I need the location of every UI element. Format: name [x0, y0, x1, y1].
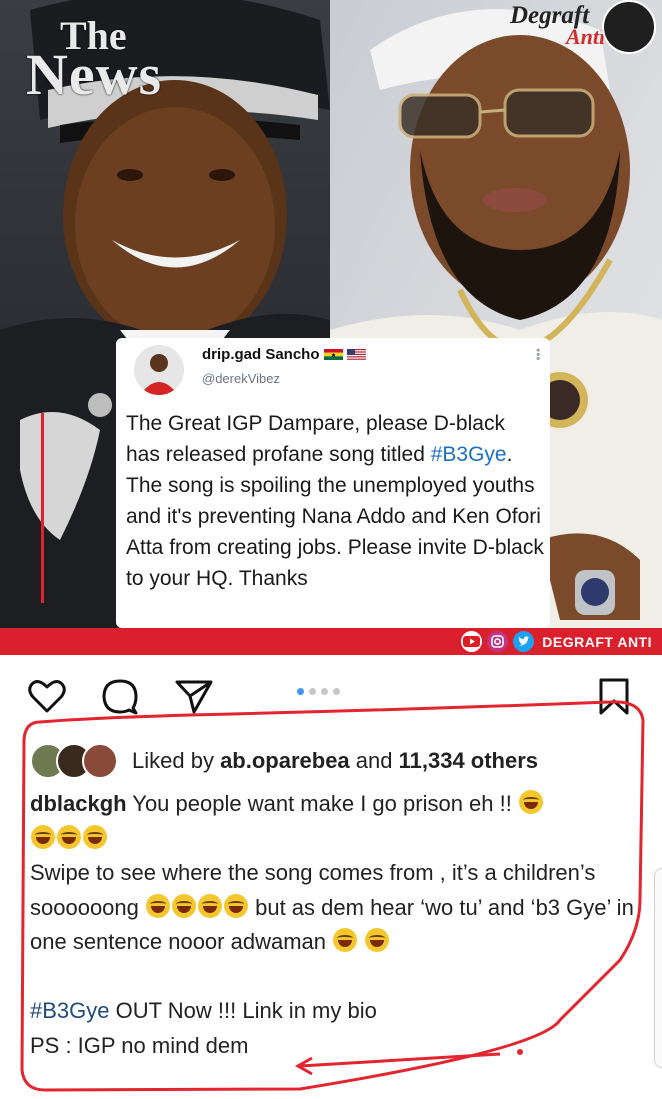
- liked-by-user[interactable]: ab.oparebea: [220, 748, 350, 773]
- laughing-emoji-icon: [31, 824, 55, 849]
- tweet-more-icon: •••: [531, 348, 545, 361]
- tweet-hashtag: #B3Gye: [430, 443, 507, 466]
- likes-row[interactable]: Liked by ab.oparebea and 11,334 others: [30, 742, 538, 780]
- likes-count[interactable]: 11,334 others: [399, 748, 538, 773]
- likes-text: Liked by ab.oparebea and 11,334 others: [132, 748, 538, 774]
- caption-para-4: PS : IGP no mind dem: [30, 1032, 249, 1058]
- degraft-logo-line2: Anti: [566, 24, 606, 49]
- youtube-icon: [461, 631, 483, 652]
- carousel-dot: [309, 688, 316, 695]
- laughing-emoji-icon: [365, 928, 390, 952]
- instagram-icon: [487, 631, 509, 652]
- laughing-emoji-icon: [198, 893, 222, 918]
- post-action-bar: [0, 660, 662, 722]
- tweet-avatar: [134, 345, 184, 395]
- tweet-text: The Great IGP Dampare, please D-black ha…: [126, 408, 544, 594]
- comment-icon[interactable]: [100, 676, 140, 716]
- bookmark-icon[interactable]: [594, 676, 634, 716]
- tweet-handle: @derekVibez: [202, 371, 280, 386]
- share-send-icon[interactable]: [174, 676, 214, 716]
- caption-hashtag[interactable]: #B3Gye: [30, 998, 110, 1023]
- likes-prefix: Liked by: [132, 748, 221, 773]
- laughing-emoji-icon: [146, 893, 170, 918]
- degraft-anti-logo: Degraft Anti: [506, 0, 656, 58]
- post-caption: dblackgh You people want make I go priso…: [30, 787, 640, 1063]
- liker-avatars: [30, 743, 120, 779]
- like-heart-icon[interactable]: [27, 676, 67, 716]
- caption-username[interactable]: dblackgh: [30, 791, 127, 816]
- tweet-card: drip.gad Sancho @derekVibez ••• The Grea…: [116, 338, 550, 628]
- laughing-emoji-icon: [518, 790, 543, 814]
- caption-para-1: dblackgh You people want make I go priso…: [30, 787, 640, 856]
- twitter-icon: [513, 631, 535, 652]
- liker-avatar: [82, 743, 118, 779]
- carousel-dot: [333, 688, 340, 695]
- banner-social: DEGRAFT ANTI: [461, 631, 652, 652]
- laughing-emoji-icon: [83, 824, 107, 849]
- degraft-face-icon: [602, 0, 656, 54]
- likes-middle: and: [349, 748, 399, 773]
- carousel-indicator: [297, 688, 340, 695]
- the-news-logo: The News: [26, 16, 163, 107]
- us-flag-icon: [346, 349, 366, 360]
- caption-line1: You people want make I go prison eh !!: [126, 791, 518, 816]
- news-logo-news: News: [26, 42, 163, 107]
- laughing-emoji-icon: [333, 928, 358, 952]
- laughing-emoji-icon: [224, 893, 248, 918]
- ghana-flag-icon: [323, 349, 343, 360]
- side-scroll-handle[interactable]: [654, 868, 662, 1068]
- degraft-banner: DEGRAFT ANTI: [0, 628, 662, 655]
- caption-para3: OUT Now !!! Link in my bio: [109, 998, 377, 1023]
- laughing-emoji-icon: [172, 893, 196, 918]
- red-accent-line: [41, 413, 44, 603]
- tweet-name-row: drip.gad Sancho: [202, 346, 366, 363]
- caption-para-3: #B3Gye OUT Now !!! Link in my bio: [30, 994, 640, 1029]
- caption-para-2: Swipe to see where the song comes from ,…: [30, 856, 640, 960]
- banner-label: DEGRAFT ANTI: [542, 633, 652, 650]
- laughing-emoji-icon: [57, 824, 81, 849]
- caption-gap: [30, 960, 640, 995]
- tweet-display-name: drip.gad Sancho: [202, 346, 320, 363]
- carousel-dot: [321, 688, 328, 695]
- carousel-dot: [297, 688, 304, 695]
- post-media[interactable]: The News Degraft Anti drip.gad Sancho @d…: [0, 0, 662, 655]
